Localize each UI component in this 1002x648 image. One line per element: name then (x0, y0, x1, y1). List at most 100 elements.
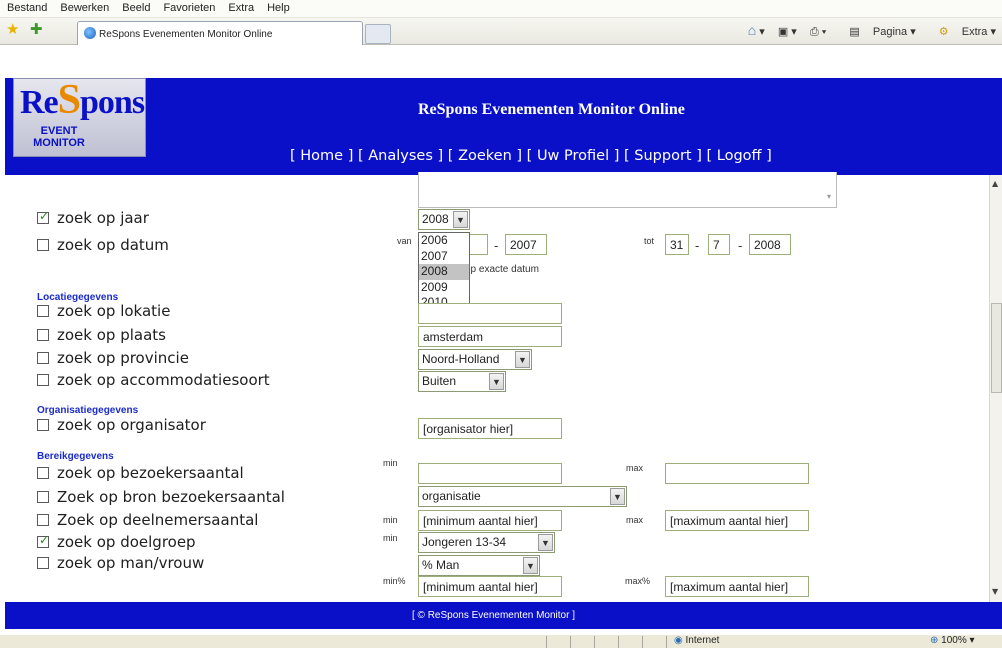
deelnemers-max-label: max (626, 515, 644, 525)
year-select[interactable]: 2008 ▼ (418, 209, 470, 230)
page-menu[interactable]: ▤ Pagina ▾ (839, 26, 915, 38)
scroll-up-icon[interactable]: ▲ (992, 179, 998, 188)
accommodatie-label: zoek op accommodatiesoort (57, 371, 270, 389)
doelgroep-min-label: min (383, 533, 398, 543)
app-footer: [ © ReSpons Evenementen Monitor ] (5, 602, 1002, 629)
bezoekers-max-field[interactable] (665, 463, 809, 484)
favorites-star-icon[interactable]: ★ (6, 22, 19, 38)
browser-toolbar: ★ ✚ ReSpons Evenementen Monitor Online ⌂… (0, 18, 1002, 45)
bron-checkbox[interactable] (37, 491, 49, 503)
nav-uw-profiel[interactable]: Uw Profiel (537, 148, 609, 164)
accommodatie-checkbox[interactable] (37, 374, 49, 386)
to-day-field[interactable]: 31 (665, 234, 689, 255)
menu-bestand[interactable]: Bestand (0, 0, 53, 14)
menu-bewerken[interactable]: Bewerken (53, 0, 115, 14)
bron-row: Zoek op bron bezoekersaantal (37, 488, 285, 506)
nav-support[interactable]: Support (634, 148, 691, 164)
zoom-level[interactable]: ⊕ 100% ▾ (930, 635, 975, 646)
internet-zone: ◉ Internet (674, 635, 720, 646)
minpct-label: min% (383, 576, 406, 586)
jaar-checkbox[interactable] (37, 209, 49, 224)
provincie-row: zoek op provincie (37, 349, 189, 367)
year-option[interactable]: 2009 (419, 280, 469, 296)
datum-row: zoek op datum (37, 236, 169, 254)
maxpct-label: max% (625, 576, 651, 586)
new-tab-button[interactable] (365, 24, 391, 44)
nav-zoeken[interactable]: Zoeken (458, 148, 512, 164)
nav-analyses[interactable]: Analyses (368, 148, 433, 164)
manvrouw-label: zoek op man/vrouw (57, 554, 205, 572)
menu-help[interactable]: Help (260, 0, 296, 14)
deelnemers-min-field[interactable]: [minimum aantal hier] (418, 510, 562, 531)
browser-tab[interactable]: ReSpons Evenementen Monitor Online (77, 21, 363, 45)
nav-logoff[interactable]: Logoff (717, 148, 762, 164)
logo-wordmark: ReSpons (20, 77, 145, 123)
print-icon[interactable]: ⎙ (810, 26, 819, 38)
globe-icon: ◉ (674, 635, 683, 646)
maxpct-field[interactable]: [maximum aantal hier] (665, 576, 809, 597)
manvrouw-checkbox[interactable] (37, 557, 49, 569)
provincie-checkbox[interactable] (37, 352, 49, 364)
accommodatie-select[interactable]: Buiten ▼ (418, 371, 506, 392)
bezoekers-min-field[interactable] (418, 463, 562, 484)
plaats-field[interactable]: amsterdam (418, 326, 562, 347)
organisator-label: zoek op organisator (57, 416, 206, 434)
menu-extra[interactable]: Extra (221, 0, 260, 14)
bezoekers-checkbox[interactable] (37, 467, 49, 479)
add-favorite-icon[interactable]: ✚ (30, 22, 43, 38)
chevron-down-icon: ▼ (523, 557, 538, 574)
gear-icon: ⚙ (938, 26, 949, 38)
textarea-partial[interactable] (418, 172, 837, 208)
date-dash: - (738, 238, 743, 253)
manvrouw-select[interactable]: % Man ▼ (418, 555, 540, 576)
van-label: van (397, 236, 412, 246)
page-scrollbar[interactable]: ▲ ▼ (989, 175, 1002, 602)
chevron-down-icon: ▼ (538, 534, 553, 551)
date-dash: - (695, 238, 700, 253)
lokatie-checkbox[interactable] (37, 305, 49, 317)
nav-home[interactable]: Home (300, 148, 343, 164)
home-icon[interactable]: ⌂ (748, 22, 756, 38)
from-year-field[interactable]: 2007 (505, 234, 547, 255)
plaats-checkbox[interactable] (37, 329, 49, 341)
deelnemers-row: Zoek op deelnemersaantal (37, 511, 258, 529)
menu-beeld[interactable]: Beeld (115, 0, 156, 14)
bezoekers-max-label: max (626, 463, 644, 473)
to-month-field[interactable]: 7 (708, 234, 730, 255)
menu-favorieten[interactable]: Favorieten (156, 0, 221, 14)
provincie-select[interactable]: Noord-Holland ▼ (418, 349, 532, 370)
datum-label: zoek op datum (57, 236, 169, 254)
provincie-label: zoek op provincie (57, 349, 189, 367)
deelnemers-checkbox[interactable] (37, 514, 49, 526)
deelnemers-max-field[interactable]: [maximum aantal hier] (665, 510, 809, 531)
jaar-row: zoek op jaar (37, 209, 149, 227)
textarea-scroll-arrow[interactable]: ▾ (822, 192, 836, 206)
browser-menu-bar: Bestand Bewerken Beeld Favorieten Extra Help (0, 0, 1002, 18)
organisator-checkbox[interactable] (37, 419, 49, 431)
scroll-down-icon[interactable]: ▼ (992, 587, 998, 596)
extra-menu[interactable]: ⚙ Extra ▾ (929, 26, 996, 38)
to-year-field[interactable]: 2008 (749, 234, 791, 255)
organisator-row: zoek op organisator (37, 416, 206, 434)
bezoekers-row: zoek op bezoekersaantal (37, 464, 244, 482)
organisator-field[interactable]: [organisator hier] (418, 418, 562, 439)
deelnemers-min-label: min (383, 515, 398, 525)
datum-checkbox[interactable] (37, 239, 49, 251)
doelgroep-checkbox[interactable] (37, 533, 49, 548)
app-title: ReSpons Evenementen Monitor Online (418, 101, 685, 118)
bron-select[interactable]: organisatie ▼ (418, 486, 627, 507)
zoom-icon: ⊕ (930, 635, 939, 646)
feeds-icon[interactable]: ▣ (778, 26, 788, 38)
page-icon: ▤ (849, 26, 860, 38)
lokatie-field[interactable] (418, 303, 562, 324)
minpct-field[interactable]: [minimum aantal hier] (418, 576, 562, 597)
scrollbar-thumb[interactable] (991, 303, 1002, 393)
doelgroep-row: zoek op doelgroep (37, 533, 196, 551)
year-option-selected[interactable]: 2008 (419, 264, 469, 280)
doelgroep-select[interactable]: Jongeren 13-34 ▼ (418, 532, 555, 553)
lokatie-label: zoek op lokatie (57, 302, 171, 320)
year-option[interactable]: 2007 (419, 249, 469, 265)
year-option[interactable]: 2006 (419, 233, 469, 249)
deelnemers-label: Zoek op deelnemersaantal (57, 511, 259, 529)
status-bar: ◉ Internet ⊕ 100% ▾ (0, 634, 1002, 648)
